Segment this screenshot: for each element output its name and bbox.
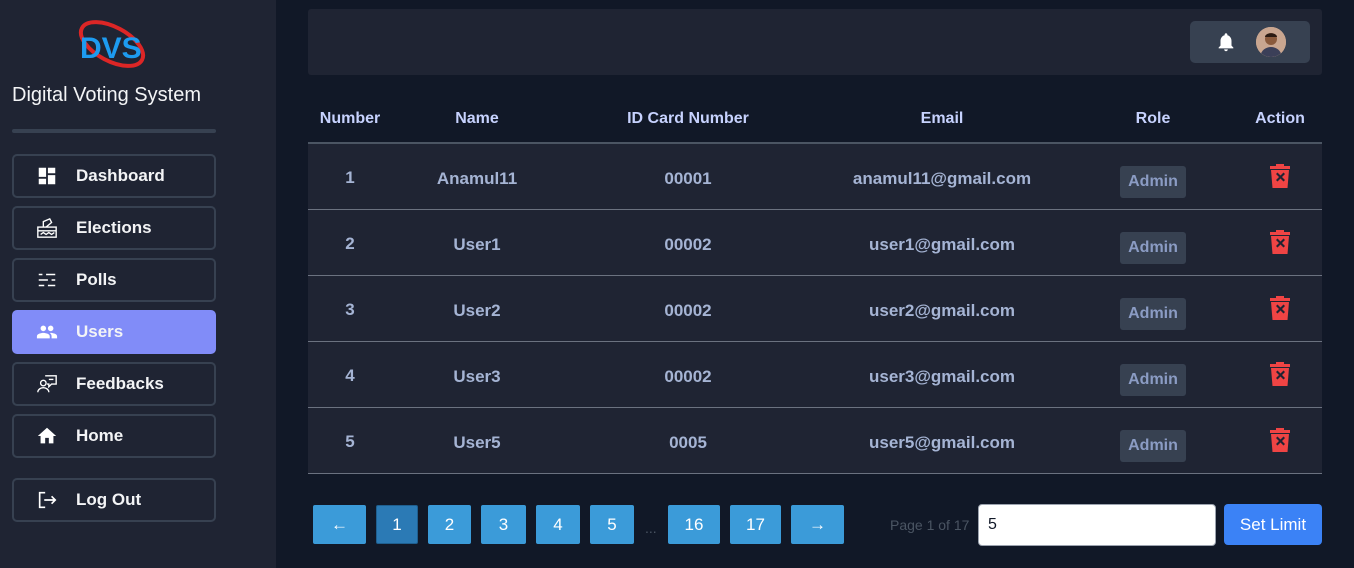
cell-number: 4 bbox=[345, 366, 355, 385]
app-title: Digital Voting System bbox=[12, 84, 201, 106]
page-button-4[interactable]: 4 bbox=[536, 505, 580, 544]
cell-name: User1 bbox=[453, 235, 501, 254]
page-button-17[interactable]: 17 bbox=[730, 505, 781, 544]
home-icon bbox=[36, 425, 58, 447]
sidebar-item-label: Elections bbox=[76, 218, 152, 237]
cell-name: User2 bbox=[453, 301, 501, 320]
page-button-3[interactable]: 3 bbox=[481, 505, 526, 544]
set-limit-button[interactable]: Set Limit bbox=[1224, 504, 1322, 545]
role-badge: Admin bbox=[1120, 166, 1186, 198]
prev-page-button[interactable]: ← bbox=[313, 505, 366, 544]
sidebar-item-dashboard[interactable]: Dashboard bbox=[12, 154, 216, 198]
cell-name: User3 bbox=[453, 367, 501, 386]
sidebar-divider bbox=[12, 129, 216, 133]
sidebar-item-feedbacks[interactable]: Feedbacks bbox=[12, 362, 216, 406]
table-row: 3 User2 00002 user2@gmail.com Admin bbox=[308, 276, 1322, 342]
column-header-email: Email bbox=[920, 110, 964, 127]
role-badge: Admin bbox=[1120, 364, 1186, 396]
sidebar-item-users[interactable]: Users bbox=[12, 310, 216, 354]
logout-button[interactable]: Log Out bbox=[12, 478, 216, 522]
cell-id-card: 00002 bbox=[664, 367, 712, 386]
cell-number: 5 bbox=[345, 432, 355, 451]
sidebar: DVS Digital Voting System Dashboard Elec… bbox=[0, 0, 276, 568]
avatar[interactable] bbox=[1256, 27, 1286, 57]
feedback-icon bbox=[36, 373, 58, 395]
table-row: 1 Anamul11 00001 anamul11@gmail.com Admi… bbox=[308, 144, 1322, 210]
cell-email: anamul11@gmail.com bbox=[852, 169, 1032, 188]
sidebar-item-label: Home bbox=[76, 426, 124, 445]
sidebar-item-elections[interactable]: Elections bbox=[12, 206, 216, 250]
role-badge: Admin bbox=[1120, 232, 1186, 264]
page-button-16[interactable]: 16 bbox=[668, 505, 720, 544]
cell-email: user3@gmail.com bbox=[868, 367, 1016, 386]
limit-input[interactable] bbox=[978, 504, 1216, 546]
delete-icon[interactable] bbox=[1270, 164, 1290, 188]
sidebar-item-label: Polls bbox=[76, 270, 117, 289]
bell-icon[interactable] bbox=[1215, 31, 1237, 53]
logout-label: Log Out bbox=[76, 490, 142, 509]
cell-number: 3 bbox=[345, 300, 355, 319]
users-table: Number Name ID Card Number Email Role Ac… bbox=[308, 96, 1322, 474]
svg-text:DVS: DVS bbox=[80, 32, 142, 65]
column-header-id-card: ID Card Number bbox=[627, 110, 749, 127]
delete-icon[interactable] bbox=[1270, 362, 1290, 386]
sidebar-item-label: Dashboard bbox=[76, 166, 165, 185]
page-button-2[interactable]: 2 bbox=[428, 505, 471, 544]
column-header-action: Action bbox=[1255, 110, 1305, 127]
cell-id-card: 0005 bbox=[669, 433, 707, 452]
header-actions bbox=[1190, 21, 1310, 63]
users-icon bbox=[36, 321, 58, 343]
delete-icon[interactable] bbox=[1270, 230, 1290, 254]
cell-email: user1@gmail.com bbox=[868, 235, 1016, 254]
role-badge: Admin bbox=[1120, 298, 1186, 330]
table-row: 5 User5 0005 user5@gmail.com Admin bbox=[308, 408, 1322, 474]
cell-id-card: 00001 bbox=[664, 169, 712, 188]
cell-id-card: 00002 bbox=[664, 301, 712, 320]
next-page-button[interactable]: → bbox=[791, 505, 844, 544]
sidebar-item-home[interactable]: Home bbox=[12, 414, 216, 458]
sidebar-item-label: Feedbacks bbox=[76, 374, 164, 393]
cell-email: user5@gmail.com bbox=[868, 433, 1016, 452]
column-header-number: Number bbox=[319, 110, 381, 127]
page-button-1[interactable]: 1 bbox=[376, 505, 418, 544]
cell-number: 1 bbox=[345, 168, 355, 187]
dvs-logo: DVS bbox=[76, 14, 152, 76]
delete-icon[interactable] bbox=[1270, 296, 1290, 320]
cell-email: user2@gmail.com bbox=[868, 301, 1016, 320]
role-badge: Admin bbox=[1120, 430, 1186, 462]
top-bar bbox=[308, 9, 1322, 75]
sidebar-item-polls[interactable]: Polls bbox=[12, 258, 216, 302]
dashboard-icon bbox=[36, 165, 58, 187]
pagination-ellipsis: ... bbox=[645, 520, 657, 536]
delete-icon[interactable] bbox=[1270, 428, 1290, 452]
table-row: 2 User1 00002 user1@gmail.com Admin bbox=[308, 210, 1322, 276]
cell-id-card: 00002 bbox=[664, 235, 712, 254]
page-button-5[interactable]: 5 bbox=[590, 505, 634, 544]
sidebar-item-label: Users bbox=[76, 322, 124, 341]
ballot-box-icon bbox=[36, 217, 58, 239]
column-header-name: Name bbox=[455, 110, 499, 127]
cell-name: Anamul11 bbox=[436, 169, 518, 188]
column-header-role: Role bbox=[1135, 110, 1171, 127]
page-info: Page 1 of 17 bbox=[890, 517, 970, 533]
cell-number: 2 bbox=[345, 234, 355, 253]
logout-icon bbox=[36, 489, 58, 511]
poll-list-icon bbox=[36, 269, 58, 291]
table-header: Number Name ID Card Number Email Role Ac… bbox=[308, 96, 1322, 144]
cell-name: User5 bbox=[453, 433, 501, 452]
table-row: 4 User3 00002 user3@gmail.com Admin bbox=[308, 342, 1322, 408]
